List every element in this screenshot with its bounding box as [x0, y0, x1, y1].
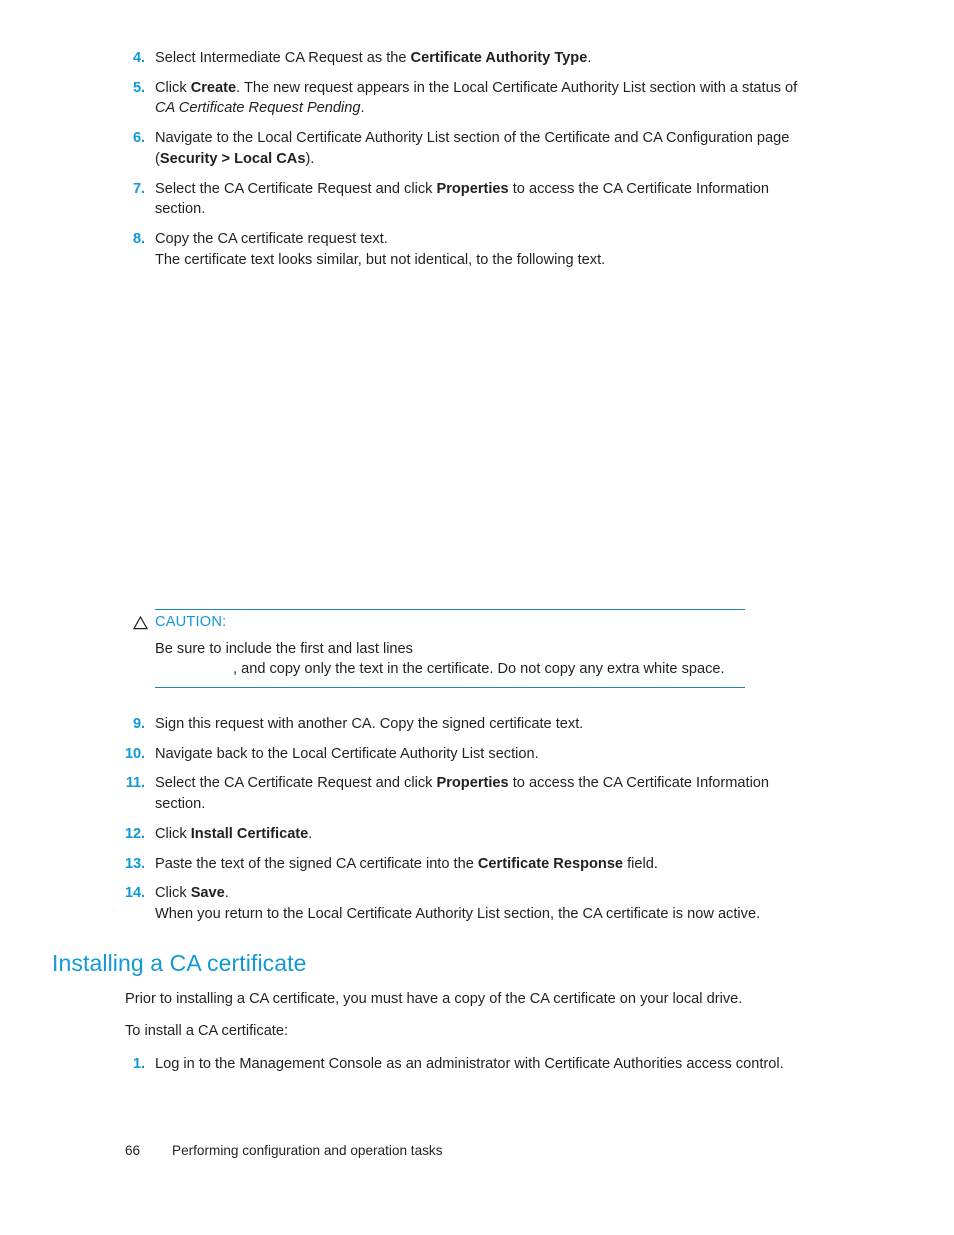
step-number: 8.: [133, 231, 145, 248]
procedure-step: 14. Click Save.: [110, 883, 810, 904]
step-text: Click Create. The new request appears in…: [155, 78, 810, 119]
step-number: 7.: [133, 180, 145, 197]
ordered-step-list-top: 4. Select Intermediate CA Request as the …: [110, 48, 810, 250]
text-run: Click: [155, 885, 191, 902]
caution-body-line-2-text: , and copy only the text in the certific…: [233, 661, 725, 678]
step-number: 10.: [125, 745, 145, 762]
procedure-step: 6. Navigate to the Local Certificate Auth…: [110, 128, 810, 169]
step-text: Sign this request with another CA. Copy …: [155, 714, 810, 735]
text-run: Log in to the Management Console as an a…: [155, 1056, 784, 1073]
step-text: Click Save.: [155, 883, 810, 904]
step-text: Select the CA Certificate Request and cl…: [155, 773, 810, 814]
ui-label-emphasis: Certificate Response: [477, 855, 624, 872]
text-run: Click: [155, 79, 191, 96]
document-page: 4. Select Intermediate CA Request as the …: [0, 0, 954, 1235]
step-text: Navigate to the Local Certificate Author…: [155, 128, 810, 169]
caution-bottom-divider: [155, 686, 745, 688]
section-paragraph-1: Prior to installing a CA certificate, yo…: [125, 990, 743, 1007]
footer-row: 66 Performing configuration and operatio…: [125, 1143, 825, 1158]
text-run: Click: [155, 825, 191, 842]
step-text: Click Install Certificate.: [155, 824, 810, 845]
procedure-step: 5. Click Create. The new request appears …: [110, 78, 810, 119]
text-run: Navigate back to the Local Certificate A…: [155, 745, 539, 762]
text-run: Copy the CA certificate request text.: [155, 231, 388, 248]
step-text: Select Intermediate CA Request as the Ce…: [155, 48, 810, 69]
step-text: Select the CA Certificate Request and cl…: [155, 179, 810, 220]
text-run: . The new request appears in the Local C…: [236, 79, 798, 96]
procedure-step: 11. Select the CA Certificate Request and…: [110, 773, 810, 814]
section-heading: Installing a CA certificate: [52, 950, 307, 976]
ordered-step-list-section: 1. Log in to the Management Console as an…: [52, 1054, 812, 1075]
text-run: ).: [305, 150, 315, 167]
status-emphasis: CA Certificate Request Pending: [155, 100, 361, 117]
ui-label-emphasis: Properties: [436, 775, 509, 792]
ui-label-emphasis: Create: [190, 79, 237, 96]
text-run: field.: [623, 855, 658, 872]
continuation-paragraph-ca-active: When you return to the Local Certificate…: [155, 906, 761, 923]
text-run: Paste the text of the signed CA certific…: [155, 855, 478, 872]
section-paragraph-2: To install a CA certificate:: [125, 1023, 289, 1040]
procedure-step: 8. Copy the CA certificate request text.: [110, 229, 810, 250]
procedure-steps-9-to-14: 9. Sign this request with another CA. Cop…: [110, 714, 810, 934]
procedure-step: 12. Click Install Certificate.: [110, 824, 810, 845]
section-installing-a-ca-certificate: Installing a CA certificate Prior to ins…: [52, 950, 812, 1075]
page-footer: 66 Performing configuration and operatio…: [125, 1143, 825, 1158]
step-number: 9.: [133, 716, 145, 732]
ui-label-emphasis: Install Certificate: [190, 825, 309, 842]
step-text: Navigate back to the Local Certificate A…: [155, 744, 810, 765]
text-run: .: [308, 825, 313, 842]
step-text: Paste the text of the signed CA certific…: [155, 854, 810, 875]
footer-page-number: 66: [125, 1143, 141, 1158]
step-number: 1.: [133, 1056, 145, 1073]
procedure-steps-4-to-8: 4. Select Intermediate CA Request as the …: [110, 48, 810, 279]
procedure-step: 10. Navigate back to the Local Certificat…: [110, 744, 810, 765]
step-text: Log in to the Management Console as an a…: [155, 1054, 812, 1075]
step-number: 12.: [125, 825, 145, 842]
ui-label-emphasis: Save: [190, 885, 225, 902]
step-text: Copy the CA certificate request text.: [155, 229, 810, 250]
step-number: 6.: [133, 130, 145, 147]
caution-header: CAUTION:: [133, 614, 758, 632]
procedure-step: 13. Paste the text of the signed CA certi…: [110, 854, 810, 875]
footer-chapter-title: Performing configuration and operation t…: [172, 1143, 443, 1158]
step-number: 4.: [133, 50, 145, 66]
text-run: .: [360, 100, 365, 117]
ordered-step-list-mid: 9. Sign this request with another CA. Cop…: [110, 714, 810, 904]
text-run: .: [224, 885, 229, 902]
procedure-step: 9. Sign this request with another CA. Cop…: [110, 714, 810, 735]
caution-top-divider: [155, 609, 745, 610]
caution-title: CAUTION:: [155, 614, 227, 630]
procedure-step: 4. Select Intermediate CA Request as the …: [110, 48, 810, 69]
caution-admonition: CAUTION: Be sure to include the first an…: [133, 609, 758, 688]
certificate-text-code-block: [155, 280, 800, 595]
ui-label-emphasis: Security > Local CAs: [159, 150, 306, 167]
ui-label-emphasis: Certificate Authority Type: [410, 50, 588, 66]
text-run: .: [587, 50, 592, 66]
caution-body: Be sure to include the first and last li…: [155, 639, 758, 680]
step-number: 11.: [125, 775, 145, 792]
text-run: Select Intermediate CA Request as the: [155, 50, 411, 66]
procedure-step: 1. Log in to the Management Console as an…: [110, 1054, 812, 1075]
caution-body-line-2: , and copy only the text in the certific…: [155, 659, 758, 680]
step-number: 13.: [125, 855, 145, 872]
text-run: Select the CA Certificate Request and cl…: [155, 180, 437, 197]
ui-label-emphasis: Properties: [436, 180, 509, 197]
step-number: 5.: [133, 79, 145, 96]
caution-body-line-1: Be sure to include the first and last li…: [155, 640, 413, 657]
text-run: Select the CA Certificate Request and cl…: [155, 775, 437, 792]
continuation-paragraph-certificate-text: The certificate text looks similar, but …: [155, 251, 606, 268]
procedure-step: 7. Select the CA Certificate Request and …: [110, 179, 810, 220]
step-number: 14.: [125, 885, 145, 902]
warning-triangle-icon: [133, 615, 148, 629]
text-run: Sign this request with another CA. Copy …: [155, 716, 584, 732]
